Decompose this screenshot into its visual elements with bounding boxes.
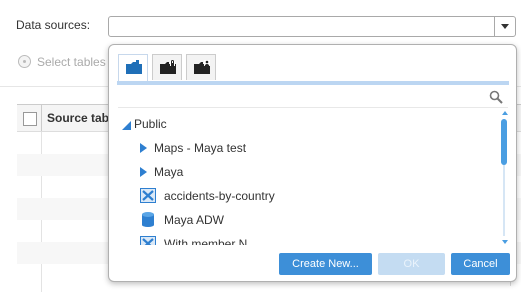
tab-underline — [117, 81, 509, 85]
tree-item-label: Maya — [154, 165, 184, 179]
tree-item-with-member-n[interactable]: With member N — [140, 234, 247, 245]
tab-private-folders[interactable] — [152, 54, 182, 80]
ok-button[interactable]: OK — [378, 253, 445, 275]
source-table-column-header[interactable]: Source tabl — [47, 111, 112, 125]
expand-arrow-icon[interactable] — [140, 167, 147, 177]
folder-icon — [126, 60, 142, 74]
collapse-arrow-icon[interactable] — [122, 121, 131, 130]
select-tables-option[interactable]: Select tables — [18, 55, 106, 69]
tree-item-label: Public — [134, 117, 167, 131]
database-icon — [142, 212, 154, 227]
create-new-button[interactable]: Create New... — [279, 253, 372, 275]
tab-shared-folders[interactable] — [186, 54, 216, 80]
scroll-up-icon[interactable] — [502, 111, 508, 115]
tree-folder-maps-maya-test[interactable]: Maps - Maya test — [140, 138, 246, 158]
tree-item-label: With member N — [164, 237, 248, 245]
tree-item-label: Maps - Maya test — [154, 141, 247, 155]
scroll-thumb[interactable] — [501, 119, 507, 165]
data-sources-label: Data sources: — [16, 18, 91, 32]
tree-item-accidents-by-country[interactable]: accidents-by-country — [140, 186, 275, 206]
expand-arrow-icon[interactable] — [140, 143, 147, 153]
tab-public-folders[interactable] — [118, 54, 148, 82]
excel-file-icon — [140, 188, 156, 203]
tree-scrollbar[interactable] — [500, 111, 510, 244]
data-sources-dropdown[interactable] — [108, 16, 516, 37]
data-source-picker-popup: Public Maps - Maya test Maya accidents-b… — [108, 44, 517, 282]
tree-folder-public[interactable]: Public — [122, 114, 167, 134]
scroll-down-icon[interactable] — [502, 240, 508, 244]
data-source-tree: Public Maps - Maya test Maya accidents-b… — [118, 107, 508, 245]
tree-item-label: accidents-by-country — [164, 189, 275, 203]
tree-item-label: Maya ADW — [164, 213, 225, 227]
select-tables-radio[interactable] — [18, 55, 31, 68]
search-icon[interactable] — [489, 90, 503, 104]
tree-item-maya-adw[interactable]: Maya ADW — [140, 210, 224, 230]
select-tables-label: Select tables — [37, 55, 106, 69]
select-all-checkbox[interactable] — [23, 112, 37, 126]
dropdown-toggle[interactable] — [494, 17, 515, 36]
folder-user-icon — [194, 60, 210, 74]
excel-file-icon — [140, 236, 156, 245]
folder-lock-icon — [160, 60, 176, 74]
tree-folder-maya[interactable]: Maya — [140, 162, 183, 182]
column-separator — [41, 105, 42, 131]
cancel-button[interactable]: Cancel — [451, 253, 510, 275]
chevron-down-icon — [501, 24, 509, 29]
